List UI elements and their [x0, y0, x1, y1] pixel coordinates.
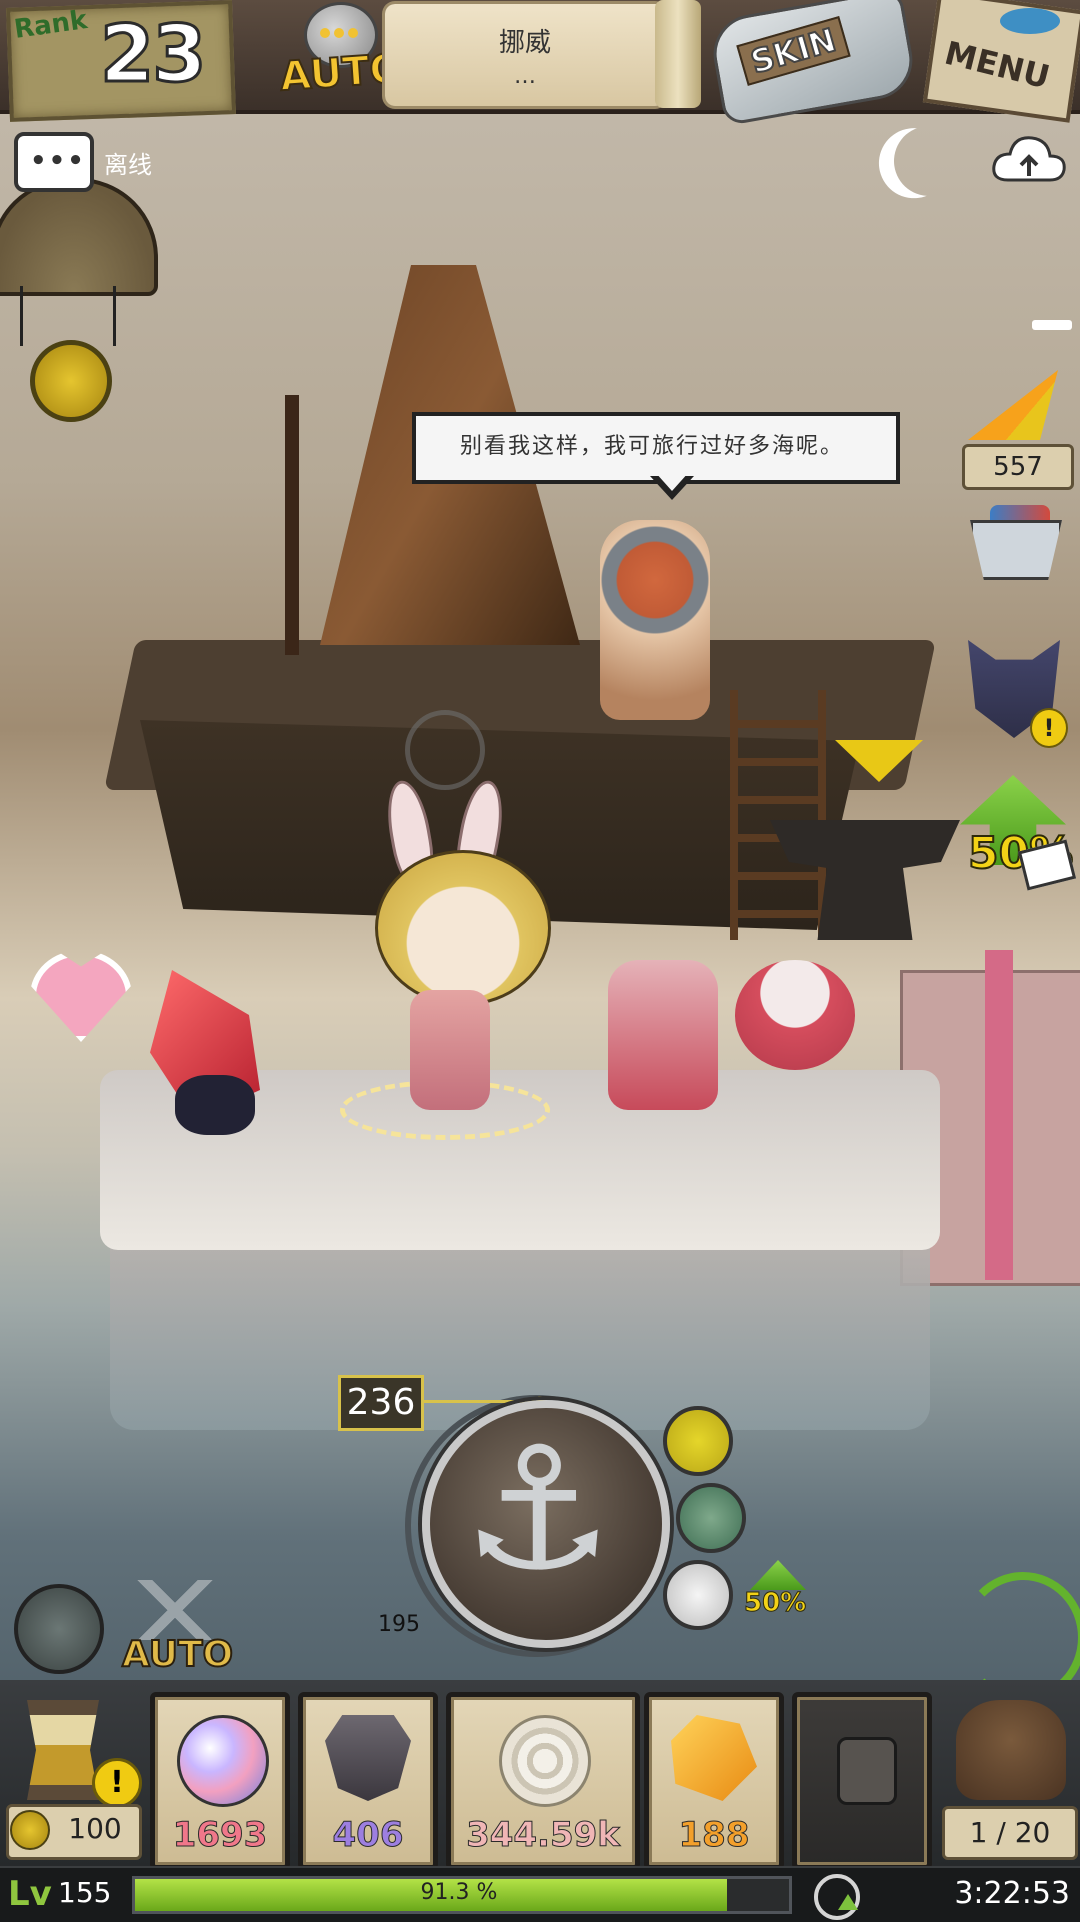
dot-icon: [334, 28, 344, 38]
location-scroll[interactable]: 挪威 …: [385, 4, 665, 106]
fish-icon: [1000, 8, 1060, 34]
heroine-body[interactable]: [410, 990, 490, 1110]
heart-icon[interactable]: [30, 950, 132, 1042]
npc-character[interactable]: [600, 520, 710, 720]
shell-value: 344.59k: [466, 1815, 621, 1856]
amber-crystal-icon: [671, 1715, 757, 1801]
location-name: 挪威: [498, 28, 551, 58]
speed-gauge-button[interactable]: [663, 1560, 733, 1630]
backpack-icon[interactable]: [956, 1700, 1066, 1800]
shield-value: 406: [332, 1815, 404, 1856]
white-dash-marker: [1032, 320, 1072, 330]
auto-battle-label[interactable]: AUTO: [121, 1633, 234, 1676]
dark-rock: [175, 1075, 255, 1135]
locked-slot[interactable]: [792, 1692, 932, 1870]
parachute-lines: [20, 286, 116, 346]
chat-dots-icon: •••: [30, 146, 86, 176]
chat-status: 离线: [104, 151, 152, 179]
speech-tail-inner: [655, 472, 689, 491]
timer-icon: [405, 710, 485, 790]
auto-fish-button[interactable]: [663, 1406, 733, 1476]
depth-value: 236: [338, 1375, 424, 1431]
speed-boost-percent: 50%: [743, 1588, 807, 1619]
shell-icon: [499, 1715, 591, 1807]
shield-icon: [325, 1715, 411, 1801]
scroll-roll: [655, 0, 701, 108]
dot-icon: [320, 28, 330, 38]
hand-chest-button[interactable]: [676, 1483, 746, 1553]
bunny-creature-2[interactable]: [735, 960, 855, 1070]
candy-count: 557: [962, 444, 1074, 490]
coin-icon: [10, 1810, 50, 1850]
lock-icon: [837, 1737, 897, 1805]
bunny-creature-1[interactable]: [608, 960, 718, 1110]
heroine-head[interactable]: [375, 850, 551, 1006]
npc-dialogue-text: 别看我这样，我可旅行过好多海呢。: [459, 434, 844, 459]
crossed-swords-icon: [130, 1580, 220, 1640]
amber-resource-card[interactable]: 188: [644, 1692, 784, 1870]
alert-icon: !: [92, 1758, 142, 1808]
shield-resource-card[interactable]: 406: [298, 1692, 438, 1870]
gem-resource-card[interactable]: 1693: [150, 1692, 290, 1870]
gift-ribbon: [985, 950, 1013, 1280]
down-arrow-indicator-icon: [835, 740, 923, 782]
dead-tree: [285, 395, 299, 655]
cloud-upload-icon[interactable]: [990, 130, 1068, 188]
gem-value: 1693: [172, 1815, 268, 1856]
time-value: 3:22:53: [954, 1876, 1070, 1911]
bag-capacity: 1 / 20: [942, 1806, 1078, 1860]
coin-value: 100: [68, 1812, 122, 1845]
rank-value: 23: [99, 9, 209, 102]
level-icon: Lv: [8, 1874, 52, 1914]
rainbow-gem-icon: [177, 1715, 269, 1807]
level-value: 155: [58, 1876, 112, 1909]
parachute-coin-icon[interactable]: [30, 340, 112, 422]
shell-resource-card[interactable]: 344.59k: [446, 1692, 640, 1870]
anchor-icon: ⚓: [461, 1411, 615, 1609]
parachute-icon[interactable]: [0, 178, 158, 296]
alert-icon: !: [1030, 708, 1068, 748]
compass-map-button[interactable]: [14, 1584, 104, 1674]
shop-cart-icon[interactable]: [970, 520, 1062, 580]
location-subtitle: …: [514, 64, 536, 89]
depth-min-label: 195: [378, 1612, 420, 1637]
ladder: [730, 690, 826, 940]
amber-value: 188: [678, 1815, 750, 1856]
clock-up-arrow-icon: [838, 1894, 858, 1910]
xp-percent: 91.3 %: [420, 1880, 498, 1905]
dot-icon: [348, 28, 358, 38]
